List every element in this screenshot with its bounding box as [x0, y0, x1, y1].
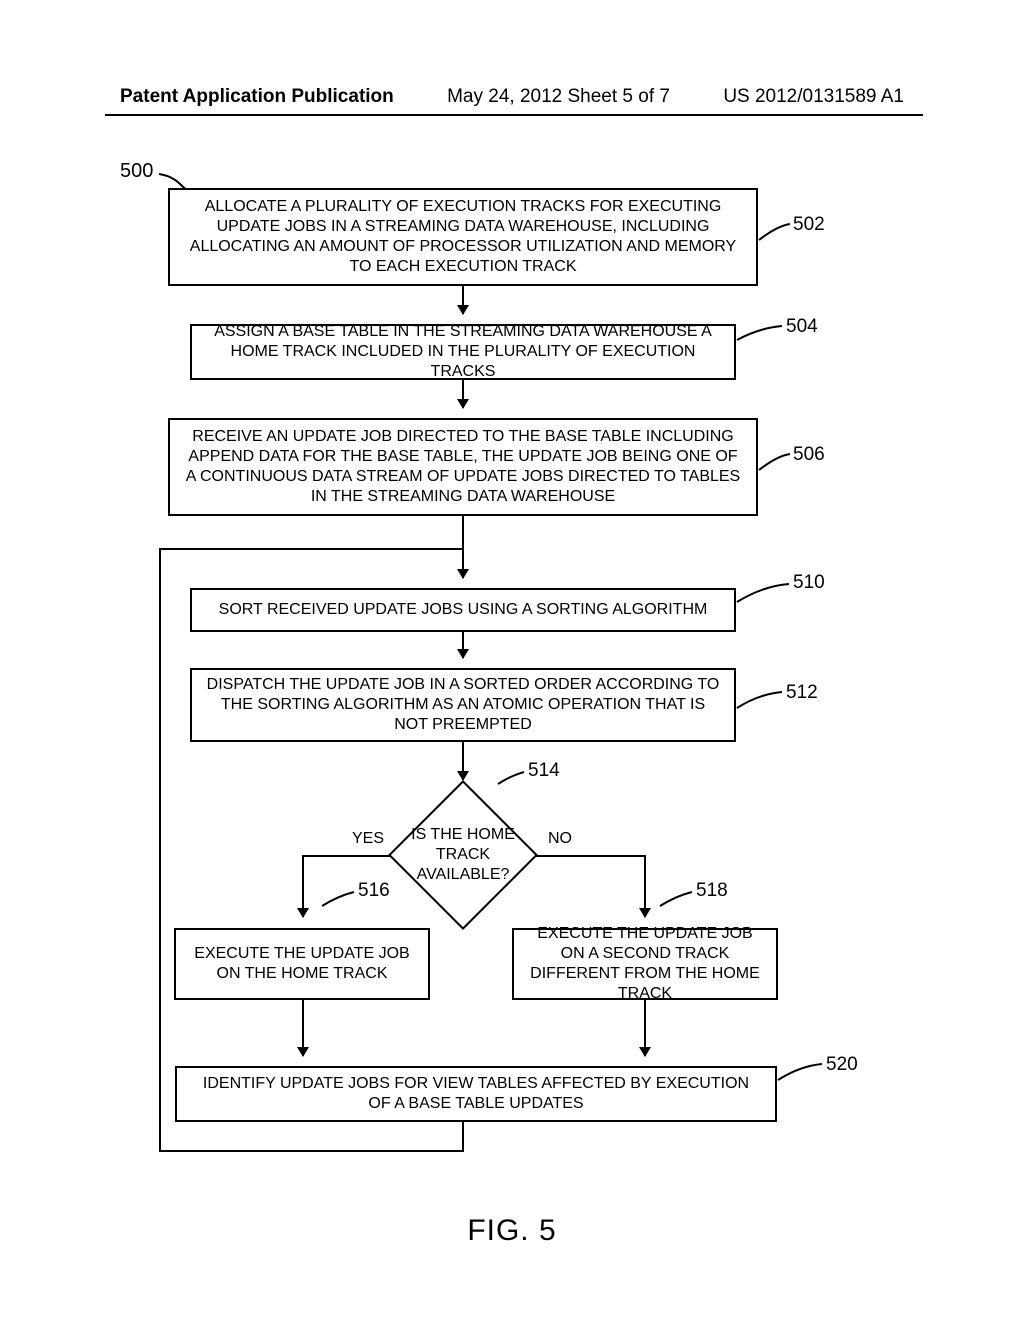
decision-no-label: NO: [548, 830, 572, 848]
flowchart-diagram: 500 ALLOCATE A PLURALITY OF EXECUTION TR…: [0, 0, 1024, 1320]
step-502: ALLOCATE A PLURALITY OF EXECUTION TRACKS…: [168, 188, 758, 286]
ref-502: 502: [793, 214, 825, 236]
leader-502: [757, 222, 791, 242]
leader-514: [496, 770, 526, 786]
decision-514: IS THE HOME TRACK AVAILABLE?: [388, 780, 538, 930]
figure-label: FIG. 5: [0, 1214, 1024, 1248]
step-510: SORT RECEIVED UPDATE JOBS USING A SORTIN…: [190, 588, 736, 632]
decision-yes-label: YES: [352, 830, 384, 848]
leader-518: [658, 890, 694, 908]
step-506: RECEIVE AN UPDATE JOB DIRECTED TO THE BA…: [168, 418, 758, 516]
ref-520: 520: [826, 1054, 858, 1076]
leader-510: [735, 582, 791, 604]
leader-504: [735, 324, 783, 342]
step-518: EXECUTE THE UPDATE JOB ON A SECOND TRACK…: [512, 928, 778, 1000]
loopback-v: [159, 548, 161, 1152]
branch-yes-h: [302, 855, 390, 857]
arrow-506-510: [462, 516, 464, 578]
ref-512: 512: [786, 682, 818, 704]
leader-512: [735, 690, 783, 710]
leader-506: [757, 452, 791, 472]
ref-510: 510: [793, 572, 825, 594]
ref-514: 514: [528, 760, 560, 782]
arrow-512-514: [462, 742, 464, 780]
arrow-518-520: [644, 1000, 646, 1056]
loopback-h-top: [159, 548, 464, 550]
arrow-510-512: [462, 632, 464, 658]
branch-yes-arrow: [302, 895, 304, 917]
ref-506: 506: [793, 444, 825, 466]
branch-no-v: [644, 855, 646, 895]
leader-520: [776, 1062, 824, 1082]
leader-516: [320, 890, 356, 908]
after-520-h: [175, 1150, 464, 1152]
ref-518: 518: [696, 880, 728, 902]
decision-514-text: IS THE HOME TRACK AVAILABLE?: [388, 780, 538, 930]
branch-yes-v: [302, 855, 304, 895]
step-520: IDENTIFY UPDATE JOBS FOR VIEW TABLES AFF…: [175, 1066, 777, 1122]
arrow-516-520: [302, 1000, 304, 1056]
branch-no-h: [536, 855, 646, 857]
after-520-v: [462, 1122, 464, 1150]
branch-no-arrow: [644, 895, 646, 917]
step-516: EXECUTE THE UPDATE JOB ON THE HOME TRACK: [174, 928, 430, 1000]
step-512: DISPATCH THE UPDATE JOB IN A SORTED ORDE…: [190, 668, 736, 742]
ref-516: 516: [358, 880, 390, 902]
arrow-502-504: [462, 286, 464, 314]
loopback-h-bottom: [159, 1150, 175, 1152]
ref-504: 504: [786, 316, 818, 338]
arrow-504-506: [462, 380, 464, 408]
ref-500: 500: [120, 160, 153, 183]
step-504: ASSIGN A BASE TABLE IN THE STREAMING DAT…: [190, 324, 736, 380]
